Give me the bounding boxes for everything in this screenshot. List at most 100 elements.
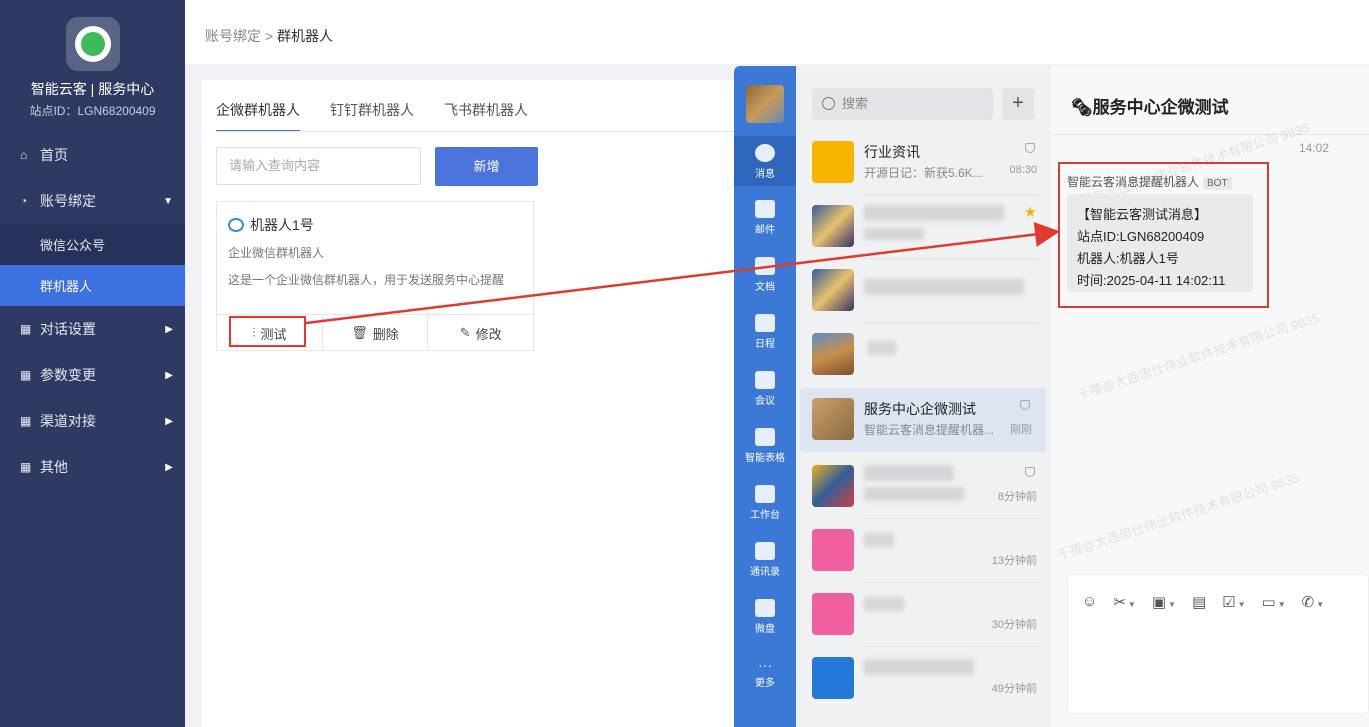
conversation-item[interactable]: 13分钟前 xyxy=(796,519,1051,583)
composer-toolbar: ☺ ✂ ▼ ▣ ▼ ▤ ☑ ▼ ▭ ▼ ✆ ▼ xyxy=(1082,593,1324,611)
conversation-item[interactable]: ★ xyxy=(796,195,1051,259)
caret-right-icon: ▶ xyxy=(165,323,173,335)
scissors-icon[interactable]: ✂ ▼ xyxy=(1113,593,1136,611)
rail-item-more[interactable]: ··· 更多 xyxy=(734,656,796,689)
conversation-item[interactable]: 8分钟前 xyxy=(796,455,1051,519)
rail-label: 微盘 xyxy=(755,624,775,635)
mute-bell-icon xyxy=(1020,400,1030,410)
sidebar-item-label: 渠道对接 xyxy=(40,413,96,429)
robot-name: 机器人1号 xyxy=(250,217,314,233)
caret-right-icon: ▶ xyxy=(165,461,173,473)
station-id: 站点ID：LGN68200409 xyxy=(29,104,156,118)
chat-title: 🗞服务中心企微测试 xyxy=(1071,98,1229,117)
rail-label: 文档 xyxy=(755,282,775,293)
sidebar-item-wechat-official[interactable]: 微信公众号 xyxy=(0,224,185,265)
calendar-icon xyxy=(755,314,775,332)
rail-item-workbench[interactable]: 工作台 xyxy=(734,485,796,521)
phone-icon[interactable]: ✆ ▼ xyxy=(1302,593,1325,611)
rail-item-contacts[interactable]: 通讯录 xyxy=(734,542,796,578)
breadcrumb: 账号绑定 > 群机器人 xyxy=(205,26,333,46)
rail-label: 邮件 xyxy=(755,225,775,236)
sidebar: 智能云客 | 服务中心 站点ID：LGN68200409 ⌂ 首页 ◔ 账号绑定… xyxy=(0,0,185,727)
checklist-icon[interactable]: ☑ ▼ xyxy=(1222,593,1245,611)
conversation-item[interactable]: 30分钟前 xyxy=(796,583,1051,647)
mute-bell-icon xyxy=(1025,143,1035,153)
contact-avatar xyxy=(812,593,854,635)
conversation-time: 刚刚 xyxy=(1010,424,1032,436)
tab-dingtalk-robot[interactable]: 钉钉群机器人 xyxy=(330,100,414,132)
conversation-item[interactable] xyxy=(796,323,1051,387)
group-avatar xyxy=(812,269,854,311)
sidebar-item-account-binding[interactable]: ◔ 账号绑定 ▼ xyxy=(0,178,185,224)
robot-type: 企业微信群机器人 xyxy=(228,246,325,260)
note-icon[interactable]: ▤ xyxy=(1192,593,1206,611)
rail-item-messages[interactable]: 消息 xyxy=(734,136,796,186)
grid-icon: ▦ xyxy=(20,368,32,382)
group-avatar xyxy=(812,398,854,440)
wecom-window: 消息 邮件 文档 日程 会议 智能表格 工作台 通讯录 微盘 ··· 更多 搜索… xyxy=(734,66,1369,727)
rail-item-calendar[interactable]: 日程 xyxy=(734,314,796,350)
message-composer[interactable]: ☺ ✂ ▼ ▣ ▼ ▤ ☑ ▼ ▭ ▼ ✆ ▼ xyxy=(1067,574,1369,714)
grid-icon: ▦ xyxy=(20,322,32,336)
emoji-icon[interactable]: ☺ xyxy=(1082,593,1097,611)
drive-icon xyxy=(755,599,775,617)
search-input[interactable]: 请输入查询内容 xyxy=(216,147,421,185)
breadcrumb-parent[interactable]: 账号绑定 xyxy=(205,28,261,44)
watermark: 千禧@大连忠仕伟业软件技术有限公司 9835 xyxy=(1075,310,1322,403)
edit-button[interactable]: ✎ 修改 xyxy=(428,315,533,351)
sidebar-item-label: 参数变更 xyxy=(40,367,96,383)
message-highlight-box xyxy=(1058,162,1269,308)
document-icon xyxy=(755,257,775,275)
sidebar-item-channel[interactable]: ▦ 渠道对接 ▶ xyxy=(0,398,185,444)
rail-label: 通讯录 xyxy=(750,567,780,578)
folder-icon[interactable]: ▭ ▼ xyxy=(1262,593,1286,611)
conversation-time: 49分钟前 xyxy=(991,683,1037,695)
plus-icon[interactable]: + xyxy=(1002,88,1034,120)
conversation-preview: 开源日记：新获5.6K... xyxy=(864,166,983,180)
test-highlight-box xyxy=(229,316,306,347)
sidebar-item-label: 对话设置 xyxy=(40,321,96,337)
sidebar-item-group-robot[interactable]: 群机器人 xyxy=(0,265,185,306)
sidebar-item-param-change[interactable]: ▦ 参数变更 ▶ xyxy=(0,352,185,398)
watermark: 千禧@大连忠仕伟业软件技术有限公司 9835 xyxy=(1055,470,1302,563)
user-avatar[interactable] xyxy=(746,85,784,123)
rail-item-smart-sheet[interactable]: 智能表格 xyxy=(734,428,796,464)
tab-wecom-robot[interactable]: 企微群机器人 xyxy=(216,100,300,132)
group-avatar xyxy=(812,205,854,247)
sidebar-item-dialog-settings[interactable]: ▦ 对话设置 ▶ xyxy=(0,306,185,352)
main-panel: 企微群机器人 钉钉群机器人 飞书群机器人 请输入查询内容 新增 机器人1号 企业… xyxy=(201,80,761,727)
sidebar-nav: ⌂ 首页 ◔ 账号绑定 ▼ 微信公众号 群机器人 ▦ 对话设置 ▶ ▦ 参数变更… xyxy=(0,132,185,490)
delete-label: 删除 xyxy=(372,326,399,342)
rail-item-docs[interactable]: 文档 xyxy=(734,257,796,293)
robot-description: 这是一个企业微信群机器人，用于发送服务中心提醒 xyxy=(228,273,505,287)
rail-item-mail[interactable]: 邮件 xyxy=(734,200,796,236)
meeting-icon xyxy=(755,371,775,389)
image-icon[interactable]: ▣ ▼ xyxy=(1152,593,1176,611)
conversation-item[interactable] xyxy=(796,259,1051,323)
add-button[interactable]: 新增 xyxy=(435,147,538,186)
sidebar-item-home[interactable]: ⌂ 首页 xyxy=(0,132,185,178)
conversation-search[interactable]: 搜索 xyxy=(812,88,993,120)
group-avatar xyxy=(812,465,854,507)
conversation-item[interactable]: 49分钟前 xyxy=(796,647,1051,711)
grid-icon: ▦ xyxy=(20,460,32,474)
org-chart-icon xyxy=(755,542,775,560)
rail-item-meeting[interactable]: 会议 xyxy=(734,371,796,407)
apps-grid-icon xyxy=(755,485,775,503)
mail-icon xyxy=(755,200,775,218)
breadcrumb-separator: > xyxy=(264,28,274,44)
sidebar-item-other[interactable]: ▦ 其他 ▶ xyxy=(0,444,185,490)
rail-item-drive[interactable]: 微盘 xyxy=(734,599,796,635)
tab-divider xyxy=(216,131,761,132)
conversation-time: 30分钟前 xyxy=(991,619,1037,631)
star-icon: ★ xyxy=(1023,204,1037,221)
wecom-rail: 消息 邮件 文档 日程 会议 智能表格 工作台 通讯录 微盘 ··· 更多 xyxy=(734,66,796,727)
caret-right-icon: ▶ xyxy=(165,369,173,381)
message-time: 14:02 xyxy=(1299,141,1330,155)
tab-feishu-robot[interactable]: 飞书群机器人 xyxy=(444,100,528,132)
sidebar-item-label: 账号绑定 xyxy=(40,193,96,209)
conversation-item[interactable]: 行业资讯 开源日记：新获5.6K... 08:30 xyxy=(796,131,1051,195)
delete-button[interactable]: 🗑 删除 xyxy=(323,315,429,351)
conversation-item-selected[interactable]: 服务中心企微测试 智能云客消息提醒机器... 刚刚 xyxy=(800,388,1046,452)
edit-label: 修改 xyxy=(475,326,502,342)
